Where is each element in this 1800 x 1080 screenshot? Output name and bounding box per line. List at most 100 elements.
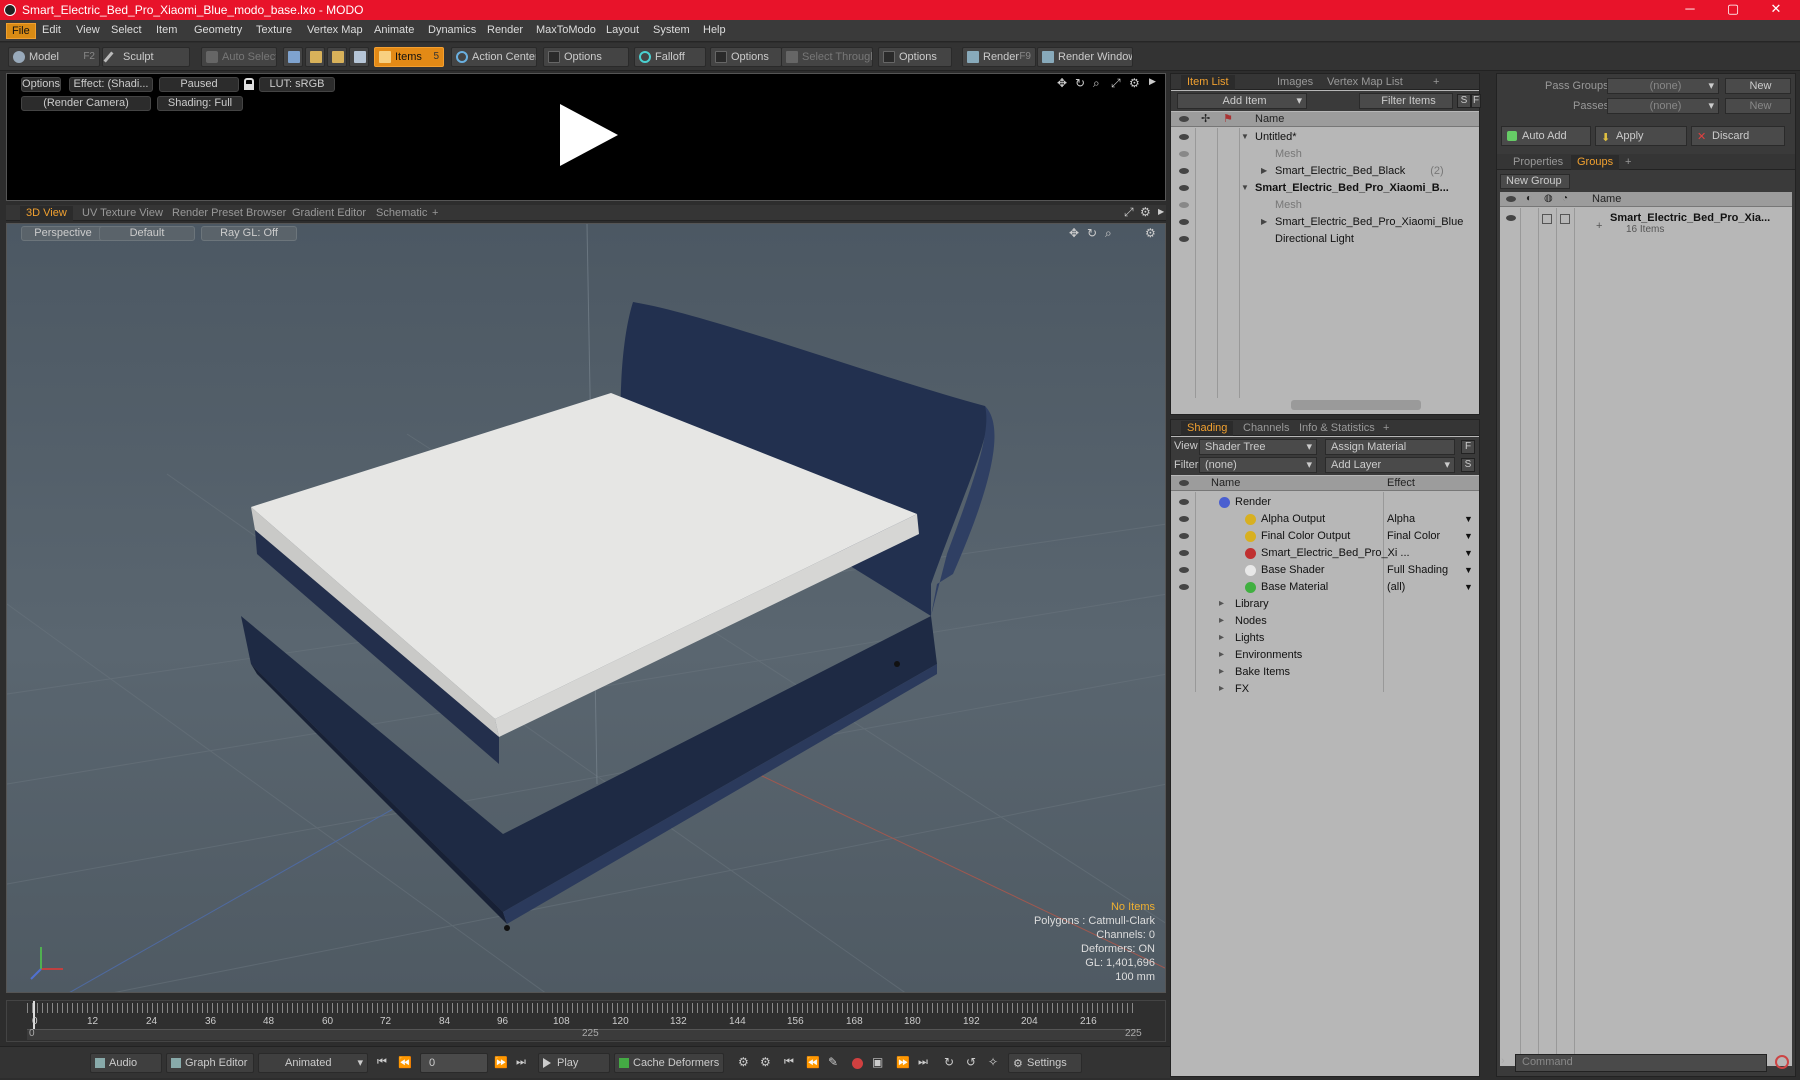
shader-tree-row[interactable]: ▸ Library [1171,596,1479,612]
visibility-toggle-icon[interactable] [1179,499,1189,505]
menu-vertex-map[interactable]: Vertex Map [302,23,368,37]
menu-geometry[interactable]: Geometry [189,23,247,37]
frame-input[interactable]: 0 [420,1053,488,1073]
motion-icon[interactable]: ✧ [988,1055,998,1069]
menu-view[interactable]: View [71,23,105,37]
menu-render[interactable]: Render [482,23,528,37]
lut-dropdown[interactable]: LUT: sRGB [259,77,335,92]
visibility-toggle-icon[interactable] [1179,567,1189,573]
select-through-button[interactable]: Select Through [781,47,873,67]
tab-gradient-editor[interactable]: Gradient Editor [286,206,372,221]
visibility-toggle-icon[interactable] [1179,134,1189,140]
maximize-icon[interactable]: ▢ [1713,1,1753,17]
checkbox-icon[interactable] [1560,214,1570,224]
tab-shading[interactable]: Shading [1181,421,1234,436]
tab-properties[interactable]: Properties [1507,155,1569,170]
timeline[interactable]: 0 12 24 36 48 60 72 84 96 108 120 132 14… [6,1000,1166,1042]
tab-vertex-map-list[interactable]: Vertex Map List [1321,75,1409,90]
loop-icon[interactable]: ↻ [944,1055,954,1069]
pass-groups-dropdown[interactable]: (none) [1607,78,1719,94]
shader-tree-row[interactable]: Final Color Output Final Color ▼ [1171,528,1479,544]
menu-edit[interactable]: Edit [37,23,66,37]
shader-tree-row[interactable]: Smart_Electric_Bed_Pro_Xi ... ▼ [1171,545,1479,561]
visibility-toggle-icon[interactable] [1179,236,1189,242]
menu-animate[interactable]: Animate [369,23,419,37]
close-icon[interactable]: ✕ [1756,1,1796,17]
visibility-column-icon[interactable] [1179,116,1189,122]
view-dropdown[interactable]: Shader Tree [1199,439,1317,455]
discard-button[interactable]: ✕ Discard [1691,126,1785,146]
expand-arrow-icon[interactable]: ▶ [1261,214,1267,230]
key-options-icon[interactable]: ⚙ [760,1055,771,1069]
next-frame-icon[interactable]: ⏩ [494,1056,508,1069]
visibility-column-icon[interactable] [1506,196,1516,202]
checkbox-icon[interactable] [1542,214,1552,224]
horizontal-scrollbar[interactable] [1291,400,1421,410]
visibility-toggle-icon[interactable] [1179,584,1189,590]
effect-dropdown[interactable]: Effect: (Shadi... [69,77,153,92]
shader-tree-row[interactable]: ▸ FX [1171,681,1479,697]
apply-button[interactable]: ⬇ Apply [1595,126,1687,146]
new-pass-group-button[interactable]: New [1725,78,1791,94]
menu-select[interactable]: Select [106,23,147,37]
minimize-icon[interactable]: ─ [1670,1,1710,16]
filter-items-input[interactable]: Filter Items [1359,93,1453,109]
expand-arrow-icon[interactable]: ▶ [1149,76,1156,87]
effect-column-header[interactable]: Effect [1387,476,1415,490]
menu-system[interactable]: System [648,23,695,37]
lock-column-icon[interactable]: ✢ [1201,112,1210,126]
tab-item-list[interactable]: Item List [1181,75,1235,90]
graph-editor-button[interactable]: Graph Editor [166,1053,254,1073]
s-button[interactable]: S [1461,458,1475,472]
items-mode-button[interactable]: Items 5 [374,47,444,67]
item-list-row[interactable]: Untitled* ▼ [1171,129,1479,145]
shader-tree-row[interactable]: ▸ Nodes [1171,613,1479,629]
visibility-toggle-icon[interactable] [1179,533,1189,539]
render-camera-dropdown[interactable]: (Render Camera) [21,96,151,111]
gear-icon[interactable]: ⚙ [1129,76,1140,90]
audio-button[interactable]: Audio [90,1053,162,1073]
item-list-row[interactable]: Smart_Electric_Bed_Black ▶ (2) [1171,163,1479,179]
menu-file[interactable]: File [6,23,36,39]
visibility-toggle-icon[interactable] [1179,151,1189,157]
render-window-button[interactable]: Render Window [1037,47,1133,67]
move-view-icon[interactable]: ✥ [1057,76,1067,90]
visibility-toggle-icon[interactable] [1506,215,1516,221]
add-tab-icon[interactable]: + [1619,155,1637,170]
name-column-header[interactable]: Name [1211,476,1240,490]
filter-dropdown[interactable]: (none) [1199,457,1317,473]
f-button[interactable]: F [1471,94,1481,108]
assign-material-button[interactable]: Assign Material [1325,439,1455,455]
effect-dropdown-icon[interactable]: ▼ [1464,545,1473,561]
add-tab-icon[interactable]: + [1377,421,1395,436]
s-button[interactable]: S [1457,94,1471,108]
animated-dropdown[interactable]: Animated [258,1053,368,1073]
select-polygons-button[interactable] [327,47,347,67]
select-materials-button[interactable] [349,47,369,67]
tab-info-statistics[interactable]: Info & Statistics [1293,421,1381,436]
back-key-icon[interactable]: ⏪ [806,1056,820,1069]
shader-tree-row[interactable]: ▸ Lights [1171,630,1479,646]
shading-dropdown[interactable]: Shading: Full [157,96,243,111]
visibility-toggle-icon[interactable] [1179,202,1189,208]
new-pass-button[interactable]: New [1725,98,1791,114]
gear-icon[interactable]: ⚙ [1140,205,1151,219]
item-list-row[interactable]: Mesh [1171,146,1479,162]
expand-icon[interactable]: + [1596,218,1602,234]
zoom-view-icon[interactable]: ⌕ [1093,76,1100,91]
paused-toggle[interactable]: Paused [159,77,239,92]
name-column-header[interactable]: Name [1255,112,1284,126]
falloff-button[interactable]: Falloff [634,47,706,67]
name-column-header[interactable]: Name [1592,192,1621,206]
folder-icon[interactable]: ▸ [1219,596,1224,612]
add-tab-icon[interactable]: + [1427,75,1445,90]
render-column-icon[interactable]: ⚑ [1223,112,1233,126]
item-list-row[interactable]: Smart_Electric_Bed_Pro_Xiaomi_B... ▼ [1171,180,1479,196]
tab-groups[interactable]: Groups [1571,155,1620,170]
menu-help[interactable]: Help [698,23,731,37]
sculpt-mode-button[interactable]: Sculpt [102,47,190,67]
expand-arrow-icon[interactable]: ▼ [1241,180,1249,196]
play-button[interactable]: Play [538,1053,610,1073]
item-list-row[interactable]: Smart_Electric_Bed_Pro_Xiaomi_Blue▶(2) [1171,214,1479,230]
key-all-icon[interactable]: ▣ [872,1055,883,1069]
